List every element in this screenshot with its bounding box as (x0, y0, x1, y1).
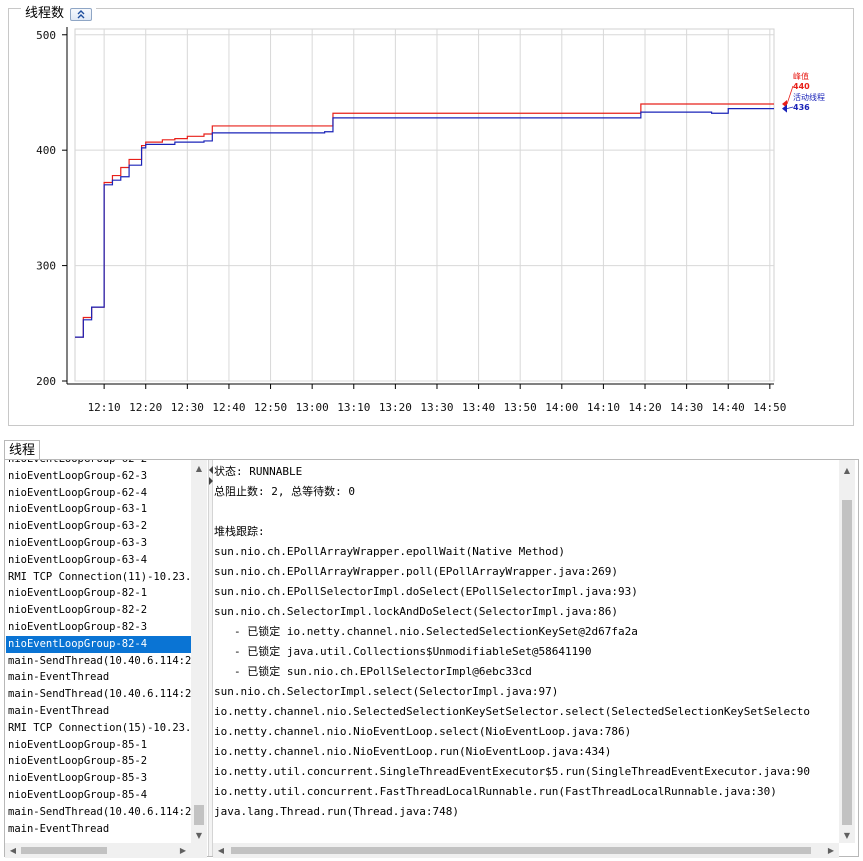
x-tick-label: 14:50 (753, 401, 786, 414)
legend-current-value: 440 (793, 82, 810, 91)
stack-trace-line: java.lang.Thread.run(Thread.java:748) (214, 805, 460, 818)
x-tick-label: 12:40 (212, 401, 245, 414)
y-tick-label: 300 (36, 260, 56, 273)
legend-series-name: 活动线程 (793, 92, 825, 102)
stack-trace-line: io.netty.channel.nio.SelectedSelectionKe… (214, 705, 811, 718)
legend-series-name: 峰值 (793, 71, 809, 81)
scroll-left-arrow-icon[interactable]: ◀ (213, 843, 229, 858)
thread-list-item[interactable]: nioEventLoopGroup-62-2 (6, 460, 191, 468)
thread-list-item[interactable]: nioEventLoopGroup-62-4 (6, 485, 191, 502)
thread-list-item[interactable]: nioEventLoopGroup-63-1 (6, 501, 191, 518)
stack-trace-line: sun.nio.ch.EPollArrayWrapper.poll(EPollA… (214, 565, 618, 578)
stack-trace-line: 状态: RUNNABLE (214, 465, 303, 478)
scroll-right-arrow-icon[interactable]: ▶ (823, 843, 839, 858)
x-tick-label: 13:00 (296, 401, 329, 414)
scroll-up-arrow-icon[interactable]: ▲ (839, 462, 855, 478)
thread-count-chart: 12:10 12:20 12:30 12:40 12:50 13:00 13:10 13:20… (36, 27, 825, 414)
thread-list-item[interactable]: nioEventLoopGroup-85-4 (6, 787, 191, 804)
scroll-right-arrow-icon[interactable]: ▶ (175, 843, 191, 858)
thread-list-item[interactable]: nioEventLoopGroup-82-2 (6, 602, 191, 619)
thread-list-item[interactable]: nioEventLoopGroup-82-1 (6, 585, 191, 602)
collapse-button[interactable] (70, 7, 93, 21)
x-tick-label: 13:50 (504, 401, 537, 414)
thread-list-item[interactable]: main-EventThread (6, 821, 191, 838)
thread-list-vscroll-thumb[interactable] (194, 805, 204, 825)
thread-list-item[interactable]: nioEventLoopGroup-85-2 (6, 753, 191, 770)
tab-threads[interactable]: 线程 (4, 440, 40, 459)
stack-trace-line: io.netty.channel.nio.NioEventLoop.run(Ni… (214, 745, 612, 758)
x-tick-label: 14:40 (712, 401, 745, 414)
x-tick-label: 13:30 (420, 401, 453, 414)
x-tick-label: 12:50 (254, 401, 287, 414)
x-tick-label: 14:10 (587, 401, 620, 414)
stack-trace-line: io.netty.util.concurrent.SingleThreadEve… (214, 765, 811, 778)
double-chevron-up-icon (77, 9, 85, 18)
stack-trace-line: io.netty.util.concurrent.FastThreadLocal… (214, 785, 777, 798)
stack-trace-line: 总阻止数: 2, 总等待数: 0 (214, 485, 355, 498)
stack-trace-line: sun.nio.ch.EPollArrayWrapper.epollWait(N… (214, 545, 565, 558)
detail-hscroll-thumb[interactable] (231, 847, 811, 854)
stack-trace-line: 堆栈跟踪: (214, 525, 265, 538)
thread-list-item[interactable]: RMI TCP Connection(15)-10.23.4. (6, 720, 191, 737)
thread-count-panel: 12:10 12:20 12:30 12:40 12:50 13:00 13:10 13:20… (8, 6, 854, 426)
thread-list-item[interactable]: nioEventLoopGroup-63-2 (6, 518, 191, 535)
panel-header: 线程数 (21, 6, 97, 22)
stack-trace-line: sun.nio.ch.EPollSelectorImpl.doSelect(EP… (214, 585, 638, 598)
detail-hscrollbar[interactable]: ◀ ▶ (213, 843, 839, 858)
x-tick-label: 12:10 (88, 401, 121, 414)
stack-trace-line: - 已锁定 io.netty.channel.nio.SelectedSelec… (234, 625, 638, 638)
x-tick-label: 13:40 (462, 401, 495, 414)
x-tick-label: 12:20 (129, 401, 162, 414)
thread-list-hscroll-thumb[interactable] (21, 847, 107, 854)
thread-list-hscrollbar[interactable]: ◀ ▶ (5, 843, 207, 858)
thread-list-item[interactable]: main-EventThread (6, 703, 191, 720)
thread-list-item[interactable]: nioEventLoopGroup-63-3 (6, 535, 191, 552)
legend-current-value: 436 (793, 103, 810, 112)
thread-list-item[interactable]: nioEventLoopGroup-82-3 (6, 619, 191, 636)
panel-title: 线程数 (25, 6, 65, 21)
stack-trace-line: sun.nio.ch.SelectorImpl.select(SelectorI… (214, 685, 559, 698)
thread-list-item[interactable]: nioEventLoopGroup-82-4 (6, 635, 191, 653)
detail-vscrollbar[interactable]: ▲ ▼ (839, 460, 855, 843)
x-tick-label: 14:20 (628, 401, 661, 414)
split-pane-divider[interactable] (208, 460, 213, 856)
thread-list-item[interactable]: nioEventLoopGroup-63-4 (6, 552, 191, 569)
thread-list: nioEventLoopGroup-62-2nioEventLoopGroup-… (5, 460, 191, 843)
thread-list-item[interactable]: main-SendThread(10.40.6.114:218 (6, 653, 191, 670)
x-tick-label: 12:30 (171, 401, 204, 414)
y-tick-label: 200 (36, 375, 56, 388)
y-tick-label: 500 (36, 29, 56, 42)
thread-list-item[interactable]: main-SendThread(10.40.6.114:218 (6, 804, 191, 821)
scroll-left-arrow-icon[interactable]: ◀ (5, 843, 21, 858)
stack-trace-detail: 状态: RUNNABLE 总阻止数: 2, 总等待数: 0 堆栈跟踪: sun.nio… (214, 460, 839, 843)
x-tick-label: 14:00 (545, 401, 578, 414)
y-tick-label: 400 (36, 144, 56, 157)
thread-list-item[interactable]: nioEventLoopGroup-85-1 (6, 737, 191, 754)
plot-area (74, 28, 775, 382)
thread-list-item[interactable]: RMI TCP Connection(11)-10.23.4. (6, 569, 191, 586)
thread-list-item[interactable]: nioEventLoopGroup-85-3 (6, 770, 191, 787)
stack-trace-line: - 已锁定 sun.nio.ch.EPollSelectorImpl@6ebc3… (234, 665, 532, 678)
thread-list-vscrollbar[interactable]: ▲ ▼ (191, 460, 207, 843)
scroll-down-arrow-icon[interactable]: ▼ (839, 827, 855, 843)
x-tick-label: 14:30 (670, 401, 703, 414)
x-tick-label: 13:10 (337, 401, 370, 414)
stack-trace-line: - 已锁定 java.util.Collections$Unmodifiable… (234, 645, 592, 658)
stack-trace-line: sun.nio.ch.SelectorImpl.lockAndDoSelect(… (214, 605, 618, 618)
thread-list-item[interactable]: nioEventLoopGroup-62-3 (6, 468, 191, 485)
threads-panel: nioEventLoopGroup-62-2nioEventLoopGroup-… (4, 459, 859, 858)
stack-trace-line: io.netty.channel.nio.NioEventLoop.select… (214, 725, 632, 738)
thread-list-item[interactable]: main-SendThread(10.40.6.114:218 (6, 686, 191, 703)
detail-vscroll-thumb[interactable] (842, 500, 852, 825)
scroll-down-arrow-icon[interactable]: ▼ (191, 827, 207, 843)
thread-list-item[interactable]: main-EventThread (6, 669, 191, 686)
scroll-up-arrow-icon[interactable]: ▲ (191, 460, 207, 476)
x-tick-label: 13:20 (379, 401, 412, 414)
